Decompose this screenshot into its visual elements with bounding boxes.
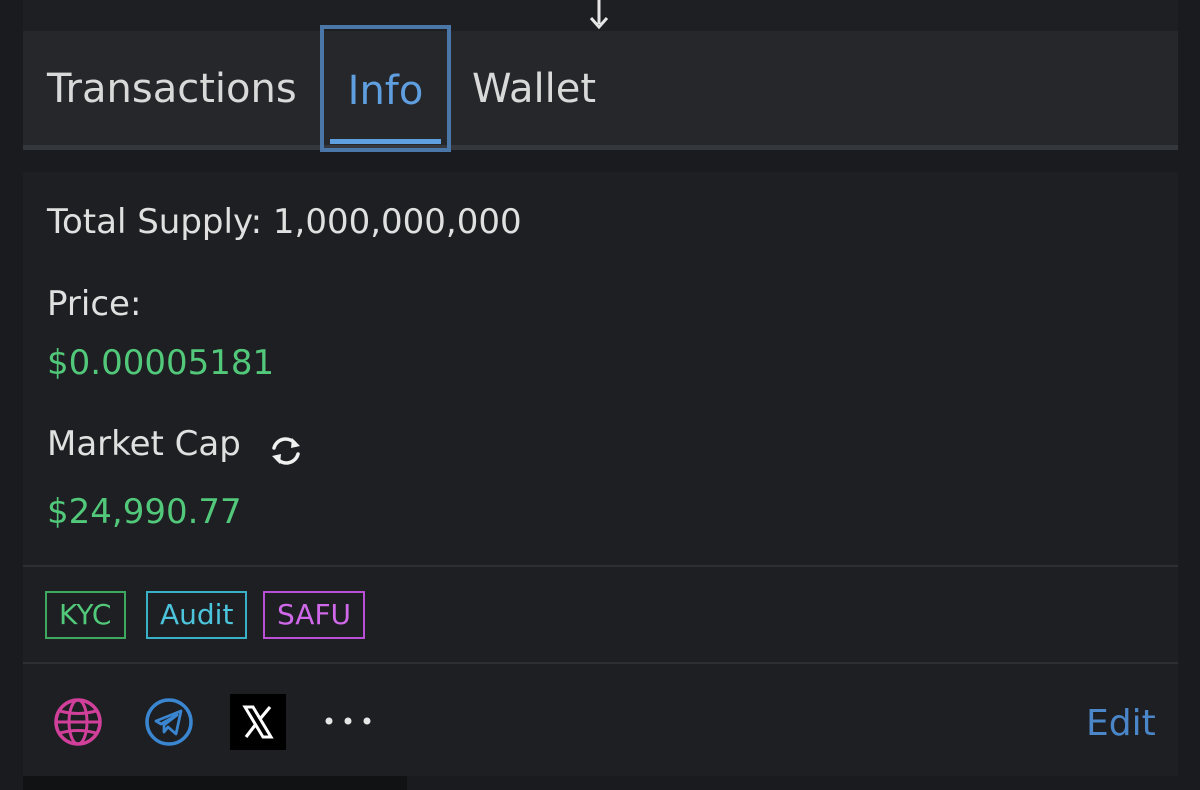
total-supply-value: 1,000,000,000 bbox=[272, 202, 522, 242]
tab-transactions-label: Transactions bbox=[47, 66, 297, 112]
audit-badge[interactable]: Audit bbox=[146, 591, 248, 639]
price-value: $0.00005181 bbox=[47, 343, 275, 383]
x-icon[interactable] bbox=[230, 694, 286, 750]
edit-button[interactable]: Edit bbox=[1086, 702, 1156, 746]
globe-icon[interactable] bbox=[53, 697, 103, 747]
total-supply-label: Total Supply: bbox=[47, 202, 263, 242]
tab-wallet-label: Wallet bbox=[472, 66, 597, 112]
divider bbox=[23, 662, 1178, 664]
tab-underline-track bbox=[23, 145, 1178, 150]
market-cap-label: Market Cap bbox=[47, 424, 241, 464]
kyc-badge[interactable]: KYC bbox=[45, 591, 126, 639]
safu-badge[interactable]: SAFU bbox=[263, 591, 366, 639]
telegram-icon[interactable] bbox=[144, 697, 194, 747]
price-label: Price: bbox=[47, 284, 142, 324]
token-info-screen: Transactions Info Wallet Total Supply: 1… bbox=[0, 0, 1200, 790]
tab-transactions[interactable]: Transactions bbox=[47, 64, 297, 114]
more-icon[interactable] bbox=[324, 714, 372, 728]
tab-info-label: Info bbox=[347, 68, 424, 114]
bottom-strip bbox=[23, 776, 407, 790]
x-logo-icon bbox=[242, 705, 274, 739]
down-arrow-icon[interactable] bbox=[585, 0, 613, 30]
tab-active-indicator bbox=[330, 139, 441, 144]
refresh-icon[interactable] bbox=[268, 433, 304, 469]
info-panel bbox=[23, 172, 1178, 776]
total-supply-row: Total Supply: 1,000,000,000 bbox=[47, 200, 522, 244]
tab-wallet[interactable]: Wallet bbox=[472, 64, 596, 114]
tab-info[interactable]: Info bbox=[320, 25, 451, 152]
market-cap-value: $24,990.77 bbox=[47, 492, 242, 532]
divider bbox=[23, 565, 1178, 567]
